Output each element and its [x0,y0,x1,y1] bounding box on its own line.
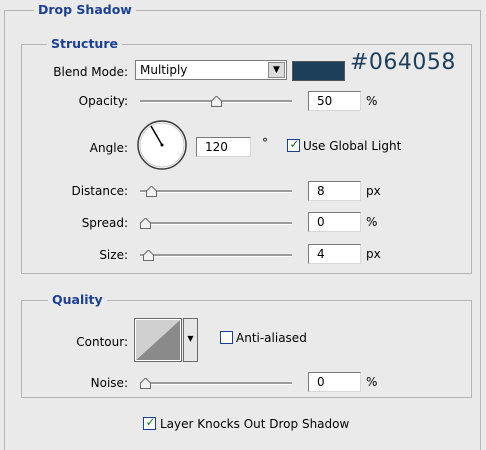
shadow-color-swatch[interactable] [292,61,345,81]
spread-slider-thumb[interactable] [140,218,151,229]
angle-unit: ° [262,136,268,150]
distance-input[interactable]: 8 [308,181,361,201]
spread-label: Spread: [81,216,128,230]
checkmark-icon: ✓ [289,137,300,151]
distance-unit: px [366,184,381,198]
spread-unit: % [366,215,378,229]
opacity-unit: % [366,94,378,108]
layer-knocks-out-label: Layer Knocks Out Drop Shadow [160,417,350,431]
angle-label: Angle: [89,141,128,155]
distance-label: Distance: [71,184,128,198]
drop-shadow-title: Drop Shadow [34,2,136,18]
use-global-light-label: Use Global Light [303,139,402,153]
noise-label: Noise: [90,376,128,390]
anti-aliased-label: Anti-aliased [236,331,307,345]
blend-mode-label: Blend Mode: [53,65,128,79]
anti-aliased-checkbox[interactable] [220,331,233,344]
chevron-down-icon[interactable]: ▼ [268,62,285,78]
chevron-down-icon: ▼ [187,334,194,343]
contour-label: Contour: [76,335,128,349]
contour-dropdown-button[interactable]: ▼ [183,318,198,362]
size-label: Size: [99,248,128,262]
use-global-light-checkbox[interactable]: ✓ [287,137,300,152]
distance-slider-thumb[interactable] [145,186,157,197]
size-slider-thumb[interactable] [142,250,154,261]
size-unit: px [366,247,381,261]
noise-slider-thumb[interactable] [140,378,151,389]
spread-slider[interactable] [140,222,292,225]
contour-preview[interactable] [134,318,182,362]
structure-title: Structure [47,36,122,52]
blend-mode-value: Multiply [140,63,188,77]
quality-title: Quality [48,292,107,308]
size-input[interactable]: 4 [308,244,361,264]
distance-slider[interactable] [140,190,292,193]
noise-slider[interactable] [140,382,292,385]
noise-input[interactable]: 0 [308,372,361,392]
angle-dial[interactable] [135,118,189,172]
noise-unit: % [366,375,378,389]
checkmark-icon: ✓ [145,415,156,429]
layer-knocks-out-checkbox[interactable]: ✓ [143,415,156,430]
opacity-slider-thumb[interactable] [210,96,222,107]
size-slider[interactable] [140,254,292,257]
color-hex-label: #064058 [350,50,456,75]
opacity-label: Opacity: [78,94,128,108]
spread-input[interactable]: 0 [308,212,361,232]
angle-input[interactable]: 120 [196,137,251,157]
blend-mode-select[interactable]: Multiply ▼ [135,60,287,80]
opacity-input[interactable]: 50 [308,91,361,111]
